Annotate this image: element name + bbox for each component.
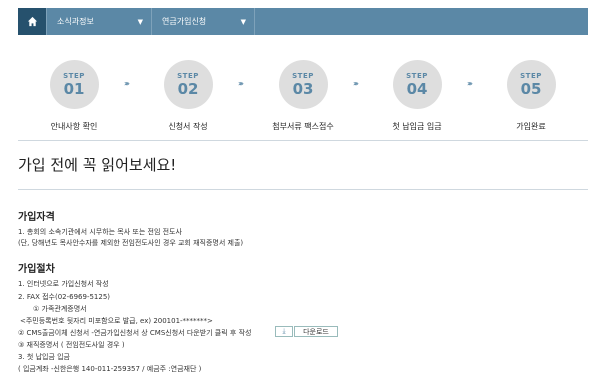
step-number: 05	[520, 79, 542, 98]
step-circle: STEP 02	[163, 60, 213, 109]
procedure-line: 2. FAX 접수(02-6969-5125)	[18, 293, 111, 301]
step-number: 04	[406, 79, 428, 98]
step-1: STEP 01 안내사항 확인	[29, 60, 119, 132]
procedure-line: ( 입금계좌 -신한은행 140-011-259357 / 예금주 :연금재단 …	[18, 365, 202, 373]
step-3: STEP 03 첨부서류 팩스접수	[258, 60, 348, 132]
home-button[interactable]	[18, 8, 46, 35]
procedure-line: ② CMS출금이체 신청서 -연금가입신청서 상 CMS신청서 다운받기 클릭 …	[18, 329, 252, 337]
step-label: 첨부서류 팩스접수	[272, 122, 334, 131]
top-navigation: 소식과정보 ▼ 연금가입신청 ▼	[18, 8, 588, 35]
procedure-line: 3. 첫 납입금 입금	[18, 353, 70, 361]
procedure-line: <주민등록번호 뒷자리 미포함으로 발급, ex) 200101-*******…	[20, 317, 213, 325]
step-number: 01	[63, 79, 85, 98]
step-label: 신청서 작성	[168, 122, 208, 131]
nav-dropdown-news[interactable]: 소식과정보 ▼	[46, 8, 151, 35]
step-circle: STEP 04	[392, 60, 442, 109]
chevron-down-icon: ▼	[240, 17, 246, 26]
step-arrow-icon: ›››	[467, 79, 473, 88]
step-label: 안내사항 확인	[50, 122, 98, 131]
nav-dropdown-label: 연금가입신청	[162, 17, 207, 26]
download-button[interactable]: 다운로드	[294, 326, 338, 337]
page-title: 가입 전에 꼭 읽어보세요!	[18, 156, 177, 174]
home-icon	[27, 16, 37, 27]
procedure-line: 1. 인터넷으로 가입신청서 작성	[18, 280, 109, 288]
download-icon: ⤓	[282, 327, 286, 335]
step-arrow-icon: ›››	[124, 79, 130, 88]
step-arrow-icon: ›››	[353, 79, 359, 88]
step-arrow-icon: ›››	[238, 79, 244, 88]
step-label: 가입완료	[516, 122, 546, 131]
step-circle: STEP 05	[506, 60, 556, 109]
step-circle: STEP 01	[49, 60, 99, 109]
step-5: STEP 05 가입완료	[486, 60, 576, 132]
step-4: STEP 04 첫 납입금 입금	[372, 60, 462, 132]
nav-dropdown-label: 소식과정보	[57, 17, 94, 26]
section-title-procedure: 가입절차	[18, 264, 55, 275]
chevron-down-icon: ▼	[137, 17, 143, 26]
procedure-line: ③ 재직증명서 ( 전임전도사일 경우 )	[18, 341, 125, 349]
download-icon-button[interactable]: ⤓	[275, 326, 293, 337]
procedure-line: ① 가족관계증명서	[33, 305, 87, 313]
step-2: STEP 02 신청서 작성	[143, 60, 233, 132]
step-circle: STEP 03	[278, 60, 328, 109]
qualification-line: (단, 당해년도 목사안수자를 제외한 전임전도사인 경우 교회 재직증명서 제…	[18, 239, 244, 247]
step-number: 03	[292, 79, 314, 98]
qualification-line: 1. 총회의 소속기관에서 시무하는 목사 또는 전임 전도사	[18, 228, 182, 236]
step-number: 02	[177, 79, 199, 98]
step-label: 첫 납입금 입금	[392, 122, 442, 131]
nav-dropdown-pension-apply[interactable]: 연금가입신청 ▼	[151, 8, 254, 35]
section-title-qualification: 가입자격	[18, 212, 55, 223]
divider	[18, 189, 588, 190]
divider	[18, 140, 588, 141]
nav-empty-area	[254, 8, 588, 35]
